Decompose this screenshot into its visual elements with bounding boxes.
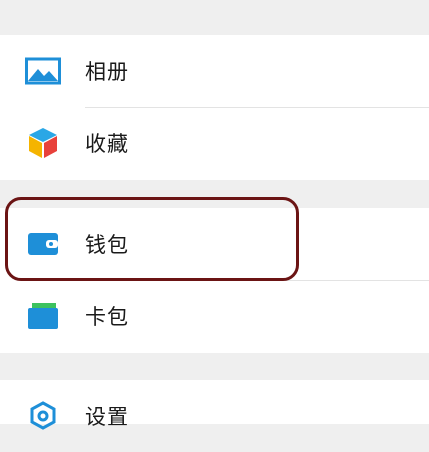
favorites-cube-icon	[25, 125, 61, 161]
menu-item-favorites[interactable]: 收藏	[0, 107, 429, 179]
photo-album-icon	[25, 53, 61, 89]
menu-item-label: 卡包	[85, 305, 129, 329]
menu-item-album[interactable]: 相册	[0, 35, 429, 107]
menu-item-settings[interactable]: 设置	[0, 380, 429, 452]
top-spacer	[0, 0, 429, 35]
menu-item-card-wallet[interactable]: 卡包	[0, 280, 429, 352]
menu-item-label: 相册	[85, 60, 129, 84]
menu-item-wallet[interactable]: 钱包	[0, 208, 429, 280]
settings-gear-icon	[25, 398, 61, 434]
menu-group-wallet: 钱包 卡包	[0, 208, 429, 353]
menu-item-label: 钱包	[85, 233, 129, 257]
card-wallet-icon	[25, 298, 61, 334]
menu-group-settings: 设置	[0, 380, 429, 430]
menu-item-label: 收藏	[85, 132, 129, 156]
menu-group-media: 相册 收藏	[0, 35, 429, 180]
menu-item-label: 设置	[85, 405, 129, 429]
wallet-icon	[25, 226, 61, 262]
